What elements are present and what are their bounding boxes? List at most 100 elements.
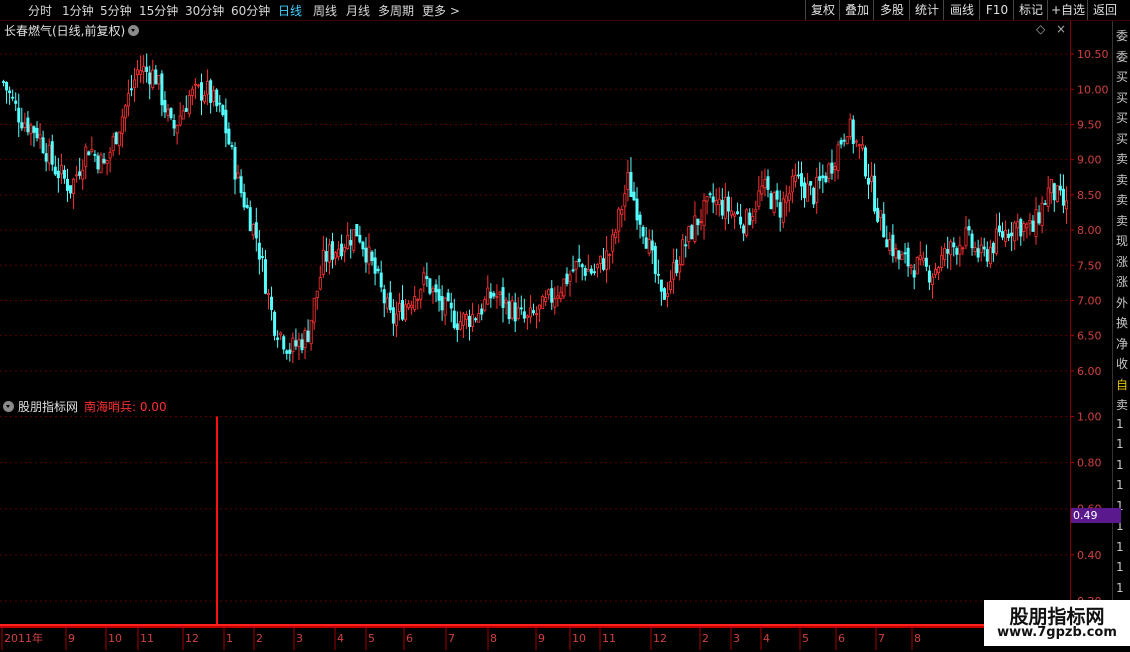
candle-body bbox=[373, 257, 377, 274]
candle-body bbox=[181, 110, 185, 120]
candle-body bbox=[382, 289, 386, 304]
candle-body bbox=[997, 225, 1001, 233]
multi-stock-button[interactable]: 多股 bbox=[873, 0, 910, 20]
add-watchlist-button[interactable]: +自选 bbox=[1047, 0, 1088, 20]
period-tab-fenshi[interactable]: 分时 bbox=[28, 2, 52, 19]
period-tab-weekly[interactable]: 周线 bbox=[313, 2, 337, 19]
candle-body bbox=[684, 244, 688, 247]
candle-body bbox=[50, 141, 54, 165]
f10-button[interactable]: F10 bbox=[979, 0, 1014, 20]
candle-body bbox=[376, 268, 380, 272]
candle-body bbox=[151, 69, 155, 88]
strip-char: 买 bbox=[1116, 70, 1129, 84]
candle-body bbox=[233, 146, 237, 180]
candle-body bbox=[690, 225, 694, 240]
period-tab-more[interactable]: 更多 > bbox=[422, 2, 460, 19]
candle-body bbox=[766, 176, 770, 190]
candle-body bbox=[69, 185, 73, 194]
candle-body bbox=[888, 239, 892, 252]
candle-body bbox=[544, 297, 548, 302]
candle-body bbox=[531, 310, 535, 314]
overlay-button[interactable]: 叠加 bbox=[839, 0, 874, 20]
candle-body bbox=[230, 145, 234, 147]
period-tab-60min[interactable]: 60分钟 bbox=[231, 2, 270, 19]
strip-char: 卖 bbox=[1116, 193, 1129, 207]
candle-body bbox=[611, 234, 615, 252]
candle-body bbox=[294, 340, 298, 347]
strip-char: 自 bbox=[1116, 377, 1129, 392]
candle-body bbox=[806, 183, 810, 202]
candle-body bbox=[1043, 203, 1047, 205]
candle-body bbox=[1001, 231, 1005, 238]
statistics-button[interactable]: 统计 bbox=[909, 0, 944, 20]
candle-body bbox=[334, 252, 338, 259]
close-icon[interactable]: × bbox=[1056, 22, 1066, 36]
period-tab-1min[interactable]: 1分钟 bbox=[62, 2, 94, 19]
candle-body bbox=[757, 190, 761, 207]
candle-body bbox=[474, 318, 478, 321]
candle-body bbox=[705, 196, 709, 202]
candle-body bbox=[745, 209, 749, 236]
candle-body bbox=[8, 90, 12, 94]
candle-body bbox=[114, 132, 118, 145]
candle-body bbox=[900, 254, 904, 261]
period-tab-monthly[interactable]: 月线 bbox=[346, 2, 370, 19]
candle-body bbox=[139, 70, 143, 75]
candle-body bbox=[873, 175, 877, 212]
candle-body bbox=[120, 116, 124, 134]
candle-body bbox=[632, 191, 636, 201]
candle-body bbox=[96, 155, 100, 170]
candle-body bbox=[723, 196, 727, 219]
candle-body bbox=[891, 234, 895, 257]
candle-body bbox=[1061, 188, 1065, 206]
candle-body bbox=[906, 247, 910, 267]
candle-body bbox=[620, 209, 624, 215]
period-tab-5min[interactable]: 5分钟 bbox=[100, 2, 132, 19]
candle-body bbox=[574, 261, 578, 270]
chevron-down-icon[interactable] bbox=[128, 25, 139, 36]
period-tab-daily[interactable]: 日线 bbox=[278, 2, 302, 19]
candle-body bbox=[501, 287, 505, 308]
candle-body bbox=[178, 115, 182, 126]
stock-chart[interactable]: 10.5010.009.509.008.508.007.507.006.506.… bbox=[0, 0, 1130, 650]
candle-body bbox=[1025, 223, 1029, 229]
candle-body bbox=[538, 304, 542, 310]
draw-line-button[interactable]: 画线 bbox=[943, 0, 980, 20]
candle-body bbox=[480, 308, 484, 315]
candle-body bbox=[254, 222, 258, 239]
period-tab-30min[interactable]: 30分钟 bbox=[185, 2, 224, 19]
candle-body bbox=[860, 144, 864, 149]
diamond-icon[interactable]: ◇ bbox=[1036, 22, 1045, 36]
candle-body bbox=[1004, 230, 1008, 242]
candle-body bbox=[282, 336, 286, 350]
candle-body bbox=[571, 269, 575, 272]
period-tab-15min[interactable]: 15分钟 bbox=[139, 2, 178, 19]
site-watermark-logo: 股朋指标网 www.7gpzb.com bbox=[984, 600, 1130, 646]
candle-body bbox=[937, 267, 941, 274]
candle-body bbox=[1037, 212, 1041, 224]
mark-button[interactable]: 标记 bbox=[1013, 0, 1048, 20]
strip-char: 委 bbox=[1116, 49, 1129, 64]
strip-char: 卖 bbox=[1116, 398, 1129, 412]
strip-char: 换 bbox=[1116, 316, 1129, 330]
candle-body bbox=[818, 176, 822, 181]
candle-body bbox=[897, 250, 901, 260]
candle-body bbox=[915, 257, 919, 275]
chevron-down-icon[interactable] bbox=[3, 401, 14, 412]
strip-char: 1 bbox=[1116, 478, 1124, 492]
candle-body bbox=[793, 175, 797, 182]
candle-body bbox=[586, 269, 590, 272]
candle-body bbox=[882, 213, 886, 238]
candle-body bbox=[720, 200, 724, 216]
candle-body bbox=[428, 278, 432, 294]
candle-body bbox=[1028, 220, 1032, 224]
candle-body bbox=[562, 278, 566, 297]
candle-body bbox=[946, 249, 950, 254]
candle-body bbox=[870, 175, 874, 182]
restore-rights-button[interactable]: 复权 bbox=[805, 0, 840, 20]
back-button[interactable]: 返回 bbox=[1087, 0, 1122, 20]
candle-body bbox=[1019, 218, 1023, 237]
period-tab-multi[interactable]: 多周期 bbox=[378, 2, 414, 19]
candle-body bbox=[702, 200, 706, 227]
candle-body bbox=[276, 337, 280, 340]
